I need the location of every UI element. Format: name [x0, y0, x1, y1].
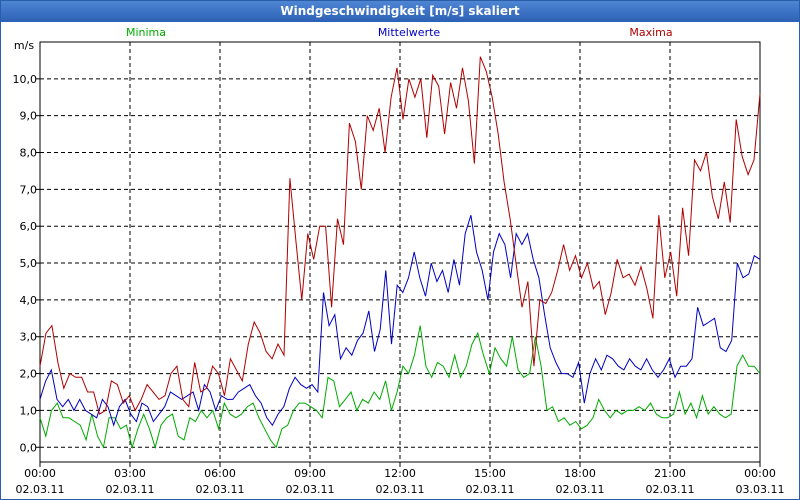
x-tick-time: 06:00 [204, 467, 236, 480]
y-tick-label: 8,0 [20, 147, 38, 160]
legend-entry-mittelwerte: Mittelwerte [378, 26, 441, 39]
legend: Minima Mittelwerte Maxima [126, 26, 673, 39]
y-tick-label: 3,0 [20, 331, 38, 344]
line-chart: 0,0 1,0 2,0 3,0 4,0 5,0 6,0 7,0 8,0 9,0 10,0 00:00… [13, 26, 785, 496]
legend-entry-minima: Minima [126, 26, 166, 39]
x-tick-date: 02.03.11 [466, 483, 515, 496]
x-tick-time: 12:00 [384, 467, 416, 480]
x-axis-ticks: 00:00 02.03.11 03:00 02.03.11 06:00 02.03.11 0… [16, 462, 785, 496]
x-tick-date: 02.03.11 [556, 483, 605, 496]
y-tick-label: 1,0 [20, 404, 38, 417]
x-tick-date: 02.03.11 [196, 483, 245, 496]
x-tick-date: 02.03.11 [376, 483, 425, 496]
y-tick-label: 4,0 [20, 294, 38, 307]
x-tick-date: 02.03.11 [106, 483, 155, 496]
x-tick-date: 03.03.11 [736, 483, 785, 496]
x-tick-time: 03:00 [114, 467, 146, 480]
legend-entry-maxima: Maxima [629, 26, 672, 39]
y-tick-label: 9,0 [20, 110, 38, 123]
x-tick-date: 02.03.11 [16, 483, 65, 496]
y-tick-label: 7,0 [20, 183, 38, 196]
x-tick-time: 00:00 [744, 467, 776, 480]
x-tick-date: 02.03.11 [286, 483, 335, 496]
y-tick-label: 10,0 [13, 73, 38, 86]
x-tick-time: 21:00 [654, 467, 686, 480]
y-tick-label: 2,0 [20, 368, 38, 381]
y-tick-label: 5,0 [20, 257, 38, 270]
x-tick-time: 18:00 [564, 467, 596, 480]
x-tick-time: 00:00 [24, 467, 56, 480]
y-axis-label: m/s [14, 39, 34, 52]
x-tick-time: 09:00 [294, 467, 326, 480]
y-tick-label: 0,0 [20, 441, 38, 454]
x-tick-date: 02.03.11 [646, 483, 695, 496]
y-axis-ticks: 0,0 1,0 2,0 3,0 4,0 5,0 6,0 7,0 8,0 9,0 10,0 [13, 73, 40, 454]
y-tick-label: 6,0 [20, 220, 38, 233]
x-tick-time: 15:00 [474, 467, 506, 480]
